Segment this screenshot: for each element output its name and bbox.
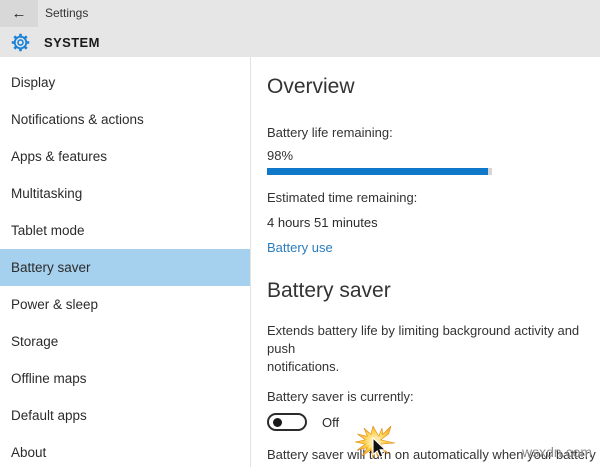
battery-saver-description: Extends battery life by limiting backgro… xyxy=(267,323,580,374)
header: ← Settings SYSTEM xyxy=(0,0,600,57)
sidebar-item-multitasking[interactable]: Multitasking xyxy=(0,175,250,212)
toggle-state-label: Off xyxy=(322,414,340,430)
battery-saver-heading: Battery saver xyxy=(267,279,391,302)
battery-life-label: Battery life remaining: xyxy=(267,125,393,140)
gear-icon xyxy=(11,33,30,52)
settings-window: ← Settings SYSTEM Display Notifications … xyxy=(0,0,600,467)
sidebar-item-display[interactable]: Display xyxy=(0,64,250,101)
system-header: SYSTEM xyxy=(10,32,100,53)
sidebar-item-battery-saver[interactable]: Battery saver xyxy=(0,249,250,286)
estimated-time-value: 4 hours 51 minutes xyxy=(267,215,378,230)
overview-heading: Overview xyxy=(267,75,355,98)
toggle-knob xyxy=(273,418,282,427)
sidebar-item-notifications[interactable]: Notifications & actions xyxy=(0,101,250,138)
battery-progress-fill xyxy=(267,168,488,175)
sidebar-item-tablet-mode[interactable]: Tablet mode xyxy=(0,212,250,249)
battery-percent: 98% xyxy=(267,148,294,163)
sidebar-item-about[interactable]: About xyxy=(0,434,250,467)
app-title: Settings xyxy=(45,6,89,20)
page-title: SYSTEM xyxy=(44,35,100,50)
sidebar-item-apps-features[interactable]: Apps & features xyxy=(0,138,250,175)
estimated-time-label: Estimated time remaining: xyxy=(267,190,418,205)
toggle-row: Off xyxy=(267,413,597,431)
sidebar-item-default-apps[interactable]: Default apps xyxy=(0,397,250,434)
sidebar-item-power-sleep[interactable]: Power & sleep xyxy=(0,286,250,323)
battery-saver-toggle[interactable] xyxy=(267,413,307,431)
main-content: Overview Battery life remaining: 98% Est… xyxy=(267,75,597,467)
battery-saver-status-label: Battery saver is currently: xyxy=(267,389,414,404)
sidebar-item-storage[interactable]: Storage xyxy=(0,323,250,360)
watermark: wsxdn.com xyxy=(522,444,593,460)
back-arrow-icon: ← xyxy=(11,5,27,22)
sidebar-item-offline-maps[interactable]: Offline maps xyxy=(0,360,250,397)
back-button[interactable]: ← xyxy=(0,0,38,27)
sidebar: Display Notifications & actions Apps & f… xyxy=(0,57,251,467)
battery-use-link[interactable]: Battery use xyxy=(267,240,333,255)
battery-progress-bar xyxy=(267,168,492,175)
